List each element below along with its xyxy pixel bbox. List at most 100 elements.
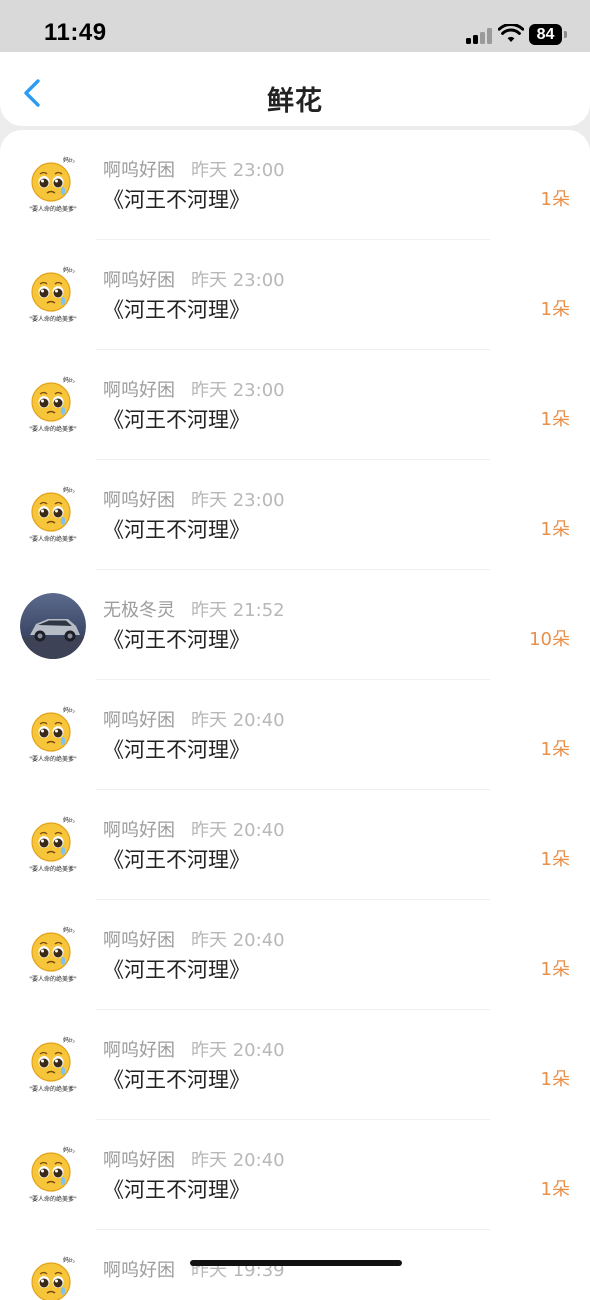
timestamp: 昨天 20:40: [191, 930, 285, 951]
meta-line: 啊呜好困 昨天 20:40: [103, 706, 285, 732]
list-item[interactable]: 妈的： "要人命的绝美爹" 啊呜好困 昨天 23:00 《河王不河理》 1朵: [0, 130, 590, 240]
svg-text:"要人命的绝美爹": "要人命的绝美爹": [29, 1195, 77, 1203]
navigation-bar: 鲜花: [0, 52, 590, 126]
svg-text:"要人命的绝美爹": "要人命的绝美爹": [29, 755, 77, 763]
svg-text:妈的：: 妈的：: [63, 266, 81, 274]
svg-text:"要人命的绝美爹": "要人命的绝美爹": [29, 425, 77, 433]
book-title: 《河王不河理》: [103, 518, 250, 542]
flower-count: 1朵: [540, 189, 570, 210]
battery-tip: [564, 31, 567, 38]
flower-count: 1朵: [540, 739, 570, 760]
book-title: 《河王不河理》: [103, 408, 250, 432]
meta-line: 啊呜好困 昨天 23:00: [103, 156, 285, 182]
meta-line: 啊呜好困 昨天 23:00: [103, 486, 285, 512]
svg-text:"要人命的绝美爹": "要人命的绝美爹": [29, 535, 77, 543]
wifi-icon: [498, 24, 524, 42]
book-title: 《河王不河理》: [103, 1068, 250, 1092]
username[interactable]: 啊呜好困: [103, 270, 175, 291]
avatar[interactable]: 妈的： "要人命的绝美爹": [20, 263, 86, 329]
flower-count: 1朵: [540, 959, 570, 980]
book-title: 《河王不河理》: [103, 738, 250, 762]
meta-line: 啊呜好困 昨天 23:00: [103, 376, 285, 402]
timestamp: 昨天 20:40: [191, 1150, 285, 1171]
meta-line: 无极冬灵 昨天 21:52: [103, 596, 285, 622]
meta-line: 啊呜好困 昨天 20:40: [103, 926, 285, 952]
book-title: 《河王不河理》: [103, 1178, 250, 1202]
username[interactable]: 啊呜好困: [103, 710, 175, 731]
book-title: 《河王不河理》: [103, 298, 250, 322]
username[interactable]: 啊呜好困: [103, 820, 175, 841]
avatar[interactable]: 妈的： "要人命的绝美爹": [20, 1033, 86, 1099]
avatar[interactable]: 妈的： "要人命的绝美爹": [20, 1143, 86, 1209]
timestamp: 昨天 21:52: [191, 600, 285, 621]
timestamp: 昨天 23:00: [191, 160, 285, 181]
avatar[interactable]: 妈的： "要人命的绝美爹": [20, 813, 86, 879]
svg-text:妈的：: 妈的：: [63, 1256, 81, 1264]
list-item[interactable]: 妈的： "要人命的绝美爹" 啊呜好困 昨天 23:00 《河王不河理》 1朵: [0, 240, 590, 350]
list-item[interactable]: 妈的： "要人命的绝美爹" 啊呜好困 昨天 20:40 《河王不河理》 1朵: [0, 680, 590, 790]
svg-text:妈的：: 妈的：: [63, 156, 81, 164]
avatar[interactable]: [20, 593, 86, 659]
flower-list[interactable]: 妈的： "要人命的绝美爹" 啊呜好困 昨天 23:00 《河王不河理》 1朵 妈的： …: [0, 130, 590, 1300]
cellular-signal-icon: [466, 27, 492, 44]
list-item[interactable]: 妈的： "要人命的绝美爹" 啊呜好困 昨天 20:40 《河王不河理》 1朵: [0, 790, 590, 900]
list-item[interactable]: 妈的： "要人命的绝美爹" 啊呜好困 昨天 23:00 《河王不河理》 1朵: [0, 350, 590, 460]
list-item[interactable]: 妈的： "要人命的绝美爹" 啊呜好困 昨天 20:40 《河王不河理》 1朵: [0, 1120, 590, 1230]
svg-text:妈的：: 妈的：: [63, 816, 81, 824]
avatar[interactable]: 妈的： "要人命的绝美爹": [20, 1253, 86, 1300]
battery-icon: 84: [529, 24, 562, 45]
meta-line: 啊呜好困 昨天 20:40: [103, 1146, 285, 1172]
list-item[interactable]: 妈的： "要人命的绝美爹" 啊呜好困 昨天 20:40 《河王不河理》 1朵: [0, 900, 590, 1010]
username[interactable]: 无极冬灵: [103, 600, 175, 621]
username[interactable]: 啊呜好困: [103, 160, 175, 181]
book-title: 《河王不河理》: [103, 958, 250, 982]
flower-count: 1朵: [540, 849, 570, 870]
timestamp: 昨天 23:00: [191, 490, 285, 511]
timestamp: 昨天 23:00: [191, 270, 285, 291]
status-bar: 11:49 84: [0, 0, 590, 52]
svg-text:"要人命的绝美爹": "要人命的绝美爹": [29, 1085, 77, 1093]
avatar[interactable]: 妈的： "要人命的绝美爹": [20, 373, 86, 439]
flower-count: 1朵: [540, 1069, 570, 1090]
avatar[interactable]: 妈的： "要人命的绝美爹": [20, 483, 86, 549]
page-title: 鲜花: [267, 86, 323, 117]
svg-text:"要人命的绝美爹": "要人命的绝美爹": [29, 315, 77, 323]
meta-line: 啊呜好困 昨天 23:00: [103, 266, 285, 292]
meta-line: 啊呜好困 昨天 20:40: [103, 816, 285, 842]
list-item[interactable]: 妈的： "要人命的绝美爹" 啊呜好困 昨天 20:40 《河王不河理》 1朵: [0, 1010, 590, 1120]
username[interactable]: 啊呜好困: [103, 1040, 175, 1061]
book-title: 《河王不河理》: [103, 848, 250, 872]
meta-line: 啊呜好困 昨天 20:40: [103, 1036, 285, 1062]
avatar[interactable]: 妈的： "要人命的绝美爹": [20, 153, 86, 219]
svg-text:妈的：: 妈的：: [63, 1036, 81, 1044]
avatar[interactable]: 妈的： "要人命的绝美爹": [20, 703, 86, 769]
list-item[interactable]: 无极冬灵 昨天 21:52 《河王不河理》 10朵: [0, 570, 590, 680]
book-title: 《河王不河理》: [103, 188, 250, 212]
username[interactable]: 啊呜好困: [103, 490, 175, 511]
svg-text:"要人命的绝美爹": "要人命的绝美爹": [29, 865, 77, 873]
flower-count: 10朵: [529, 629, 570, 650]
svg-text:妈的：: 妈的：: [63, 706, 81, 714]
flower-count: 1朵: [540, 409, 570, 430]
svg-text:妈的：: 妈的：: [63, 376, 81, 384]
username[interactable]: 啊呜好困: [103, 1150, 175, 1171]
timestamp: 昨天 20:40: [191, 1040, 285, 1061]
timestamp: 昨天 20:40: [191, 710, 285, 731]
svg-text:妈的：: 妈的：: [63, 1146, 81, 1154]
book-title: 《河王不河理》: [103, 628, 250, 652]
svg-text:妈的：: 妈的：: [63, 486, 81, 494]
list-item[interactable]: 妈的： "要人命的绝美爹" 啊呜好困 昨天 23:00 《河王不河理》 1朵: [0, 460, 590, 570]
flower-count: 1朵: [540, 519, 570, 540]
timestamp: 昨天 23:00: [191, 380, 285, 401]
flower-count: 1朵: [540, 1179, 570, 1200]
timestamp: 昨天 20:40: [191, 820, 285, 841]
home-indicator[interactable]: [190, 1260, 402, 1266]
flower-count: 1朵: [540, 299, 570, 320]
avatar[interactable]: 妈的： "要人命的绝美爹": [20, 923, 86, 989]
svg-text:妈的：: 妈的：: [63, 926, 81, 934]
svg-text:"要人命的绝美爹": "要人命的绝美爹": [29, 975, 77, 983]
username[interactable]: 啊呜好困: [103, 930, 175, 951]
username[interactable]: 啊呜好困: [103, 380, 175, 401]
svg-text:"要人命的绝美爹": "要人命的绝美爹": [29, 205, 77, 213]
username[interactable]: 啊呜好困: [103, 1260, 175, 1281]
